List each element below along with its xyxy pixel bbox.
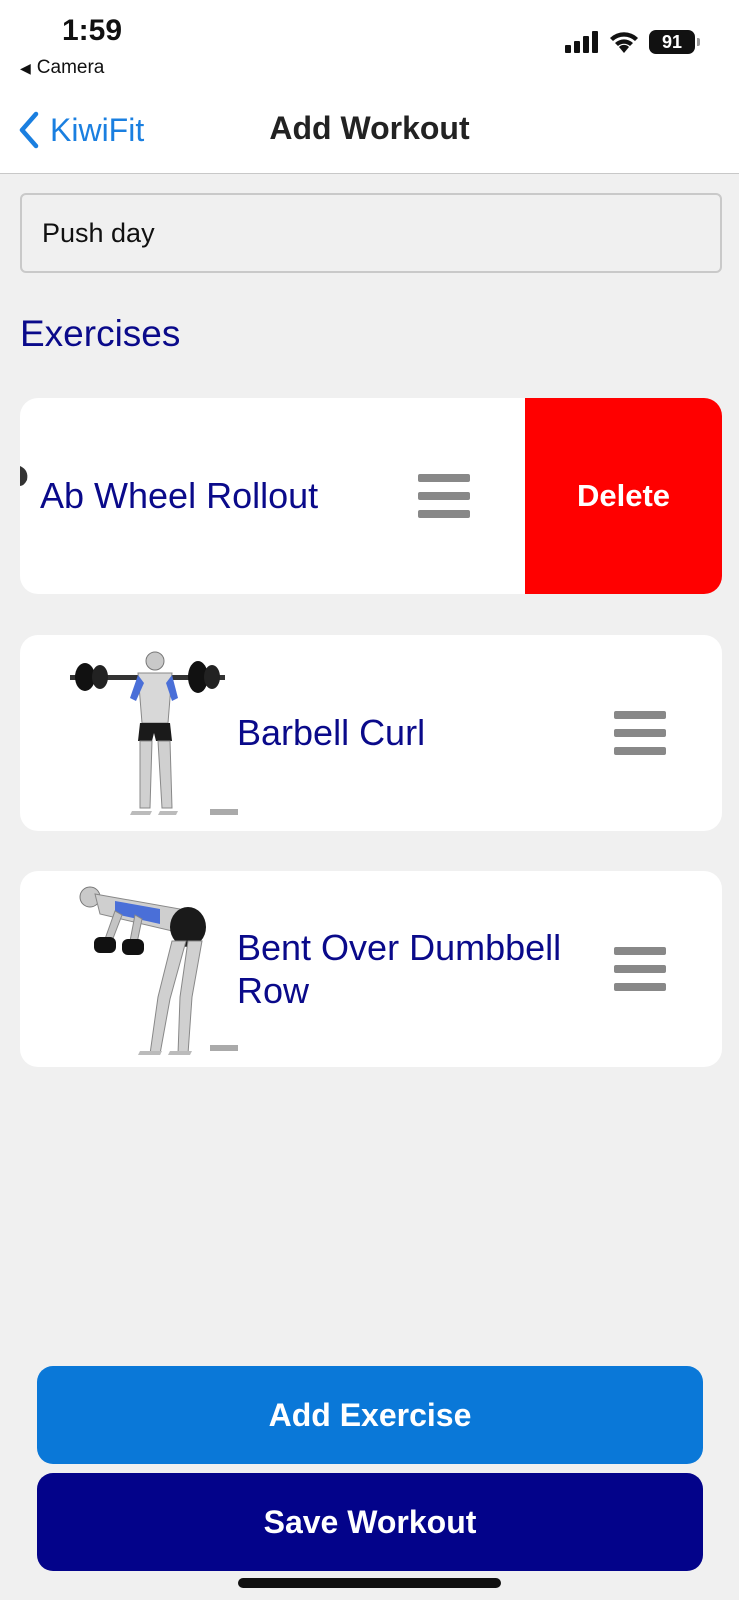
status-icons: 91 bbox=[565, 30, 700, 54]
back-app-label: Camera bbox=[36, 57, 105, 78]
status-bar: 1:59 ◀ Camera 91 bbox=[0, 0, 739, 88]
chevron-left-icon bbox=[19, 111, 39, 149]
exercise-card[interactable]: Ab Wheel Rollout Delete bbox=[20, 398, 722, 594]
wifi-icon bbox=[610, 32, 638, 53]
barbell-curl-image bbox=[70, 651, 238, 815]
battery-icon: 91 bbox=[649, 30, 700, 54]
exercise-card-front[interactable]: Ab Wheel Rollout bbox=[20, 398, 525, 594]
exercise-card[interactable]: Bent Over Dumbbell Row bbox=[20, 871, 722, 1067]
bent-over-dumbbell-row-image bbox=[79, 886, 238, 1055]
save-workout-button[interactable]: Save Workout bbox=[37, 1473, 703, 1571]
exercise-name: Bent Over Dumbbell Row bbox=[237, 926, 562, 1011]
home-indicator bbox=[238, 1578, 501, 1588]
exercise-thumbnail-partial bbox=[20, 466, 28, 486]
exercise-name: Barbell Curl bbox=[237, 712, 426, 754]
back-button[interactable]: KiwiFit bbox=[16, 110, 144, 150]
exercise-card[interactable]: Barbell Curl bbox=[20, 635, 722, 831]
back-to-app-link[interactable]: ◀ Camera bbox=[20, 57, 104, 79]
status-time: 1:59 bbox=[62, 14, 123, 47]
add-exercise-button[interactable]: Add Exercise bbox=[37, 1366, 703, 1464]
drag-handle-icon[interactable] bbox=[418, 474, 470, 518]
back-triangle-icon: ◀ bbox=[20, 59, 31, 76]
delete-button[interactable]: Delete bbox=[525, 398, 722, 594]
back-button-label: KiwiFit bbox=[50, 111, 145, 148]
exercise-name: Ab Wheel Rollout bbox=[40, 475, 319, 516]
navigation-bar: KiwiFit Add Workout bbox=[0, 88, 739, 174]
workout-name-input[interactable] bbox=[20, 193, 722, 273]
signal-icon bbox=[565, 31, 598, 53]
exercises-heading: Exercises bbox=[20, 313, 181, 354]
drag-handle-icon[interactable] bbox=[614, 711, 666, 755]
drag-handle-icon[interactable] bbox=[614, 947, 666, 991]
